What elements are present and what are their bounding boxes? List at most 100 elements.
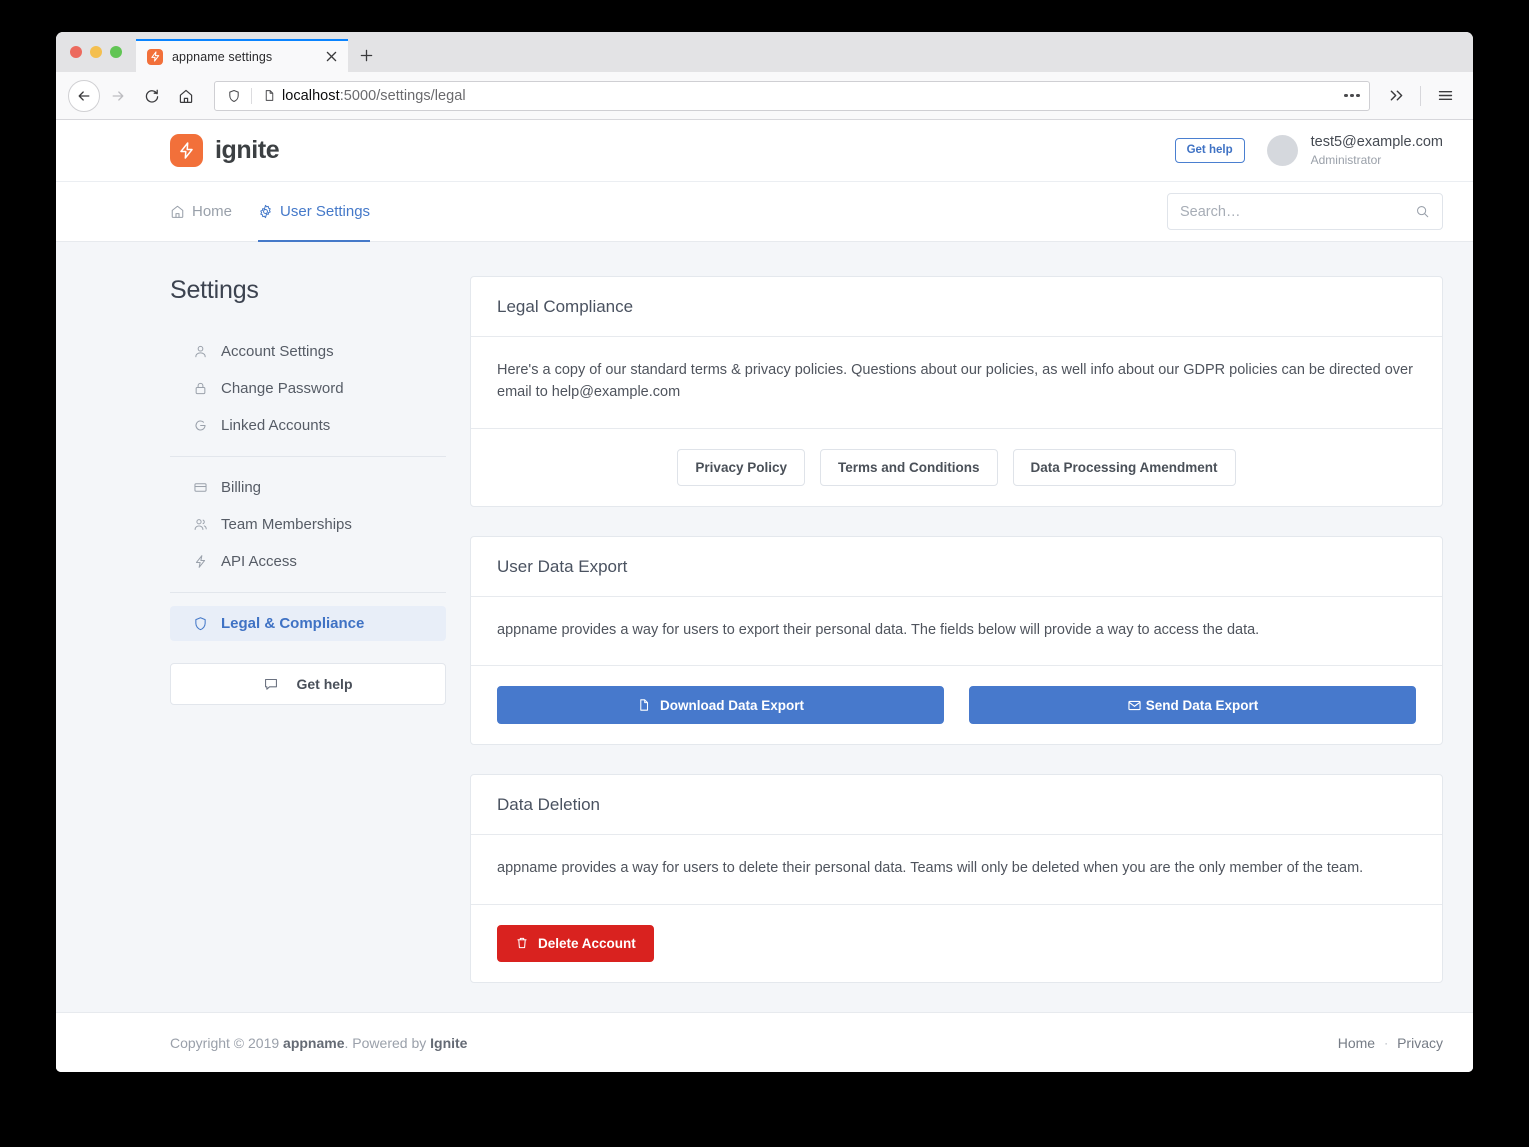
brand-logo[interactable]: ignite [170,134,280,167]
bolt-icon [147,48,163,65]
lock-icon [192,381,208,397]
nav-tabs: Home User Settings [170,182,371,242]
google-g-icon [192,418,208,434]
send-data-export-button[interactable]: Send Data Export [969,686,1416,725]
footer-copyright-mid: . Powered by [344,1034,431,1051]
browser-window: appname settings localhost:5000/settings… [56,32,1473,1072]
sidebar-item-legal-compliance[interactable]: Legal & Compliance [170,606,446,641]
sidebar-divider [170,456,446,457]
header-right: Get help test5@example.com Administrator [1174,134,1443,167]
nav-tab-home-label: Home [192,203,233,220]
sidebar-item-team-memberships[interactable]: Team Memberships [170,507,446,542]
sidebar-item-label: Team Memberships [221,516,352,533]
sidebar-divider [170,592,446,593]
url-bar[interactable]: localhost:5000/settings/legal [214,80,1370,111]
browser-tab[interactable]: appname settings [136,39,348,72]
card-title: User Data Export [471,537,1442,597]
new-tab-button[interactable] [348,39,384,72]
sidebar-item-account-settings[interactable]: Account Settings [170,334,446,369]
settings-sidebar: Settings Account Settings Change Passwor… [170,276,446,705]
download-data-export-button[interactable]: Download Data Export [497,686,944,725]
footer-copyright: Copyright © 2019 appname. Powered by Ign… [170,1035,467,1051]
hamburger-icon[interactable] [1429,80,1461,112]
shield-icon[interactable] [223,85,245,107]
delete-account-button[interactable]: Delete Account [497,924,654,962]
ellipsis-icon[interactable] [1339,84,1365,108]
sidebar-get-help-button[interactable]: Get help [170,663,446,705]
browser-nav-toolbar: localhost:5000/settings/legal [56,72,1473,120]
url-host: localhost [282,87,340,104]
maximize-window-button[interactable] [110,46,122,58]
sidebar-nav-group-3: Legal & Compliance [170,606,446,641]
user-icon [192,344,208,360]
footer-link-privacy[interactable]: Privacy [1397,1035,1443,1051]
sidebar-item-linked-accounts[interactable]: Linked Accounts [170,408,446,443]
browser-tab-strip: appname settings [56,32,1473,72]
footer-engine-name: Ignite [430,1034,468,1051]
user-data-export-card: User Data Export appname provides a way … [470,535,1443,746]
page-title: Settings [170,276,259,304]
sidebar-item-label: Linked Accounts [221,417,331,434]
app-footer: Copyright © 2019 appname. Powered by Ign… [56,1012,1473,1072]
search-input[interactable] [1180,203,1407,220]
footer-copyright-prefix: Copyright © 2019 [170,1034,284,1051]
window-traffic-lights [56,32,136,72]
sidebar-item-label: API Access [221,553,297,570]
user-email: test5@example.com [1310,134,1443,151]
page-viewport: ignite Get help test5@example.com Admini… [56,120,1473,1072]
toolbar-divider [1420,85,1421,106]
close-window-button[interactable] [70,46,82,58]
user-meta: test5@example.com Administrator [1311,134,1443,167]
footer-link-home[interactable]: Home [1338,1035,1375,1051]
sidebar-item-api-access[interactable]: API Access [170,544,446,579]
card-title: Legal Compliance [471,277,1442,337]
sidebar-nav-group-2: Billing Team Memberships API Access [170,470,446,579]
sidebar-item-label: Legal & Compliance [221,615,365,632]
gear-icon [258,204,273,219]
legal-buttons-row: Privacy Policy Terms and Conditions Data… [497,448,1416,486]
shield-icon [192,616,208,632]
sidebar-item-label: Change Password [221,380,344,397]
sidebar-item-label: Account Settings [221,343,334,360]
back-arrow-icon[interactable] [68,79,100,112]
close-icon[interactable] [322,48,340,66]
privacy-policy-button[interactable]: Privacy Policy [677,448,805,486]
footer-links: Home · Privacy [1338,1035,1443,1051]
url-path: :5000/settings/legal [339,87,466,104]
avatar [1266,135,1298,166]
card-description: Here's a copy of our standard terms & pr… [471,337,1442,429]
sidebar-item-label: Billing [221,479,262,496]
reload-icon[interactable] [136,80,168,112]
data-processing-amendment-button[interactable]: Data Processing Amendment [1012,448,1236,486]
minimize-window-button[interactable] [90,46,102,58]
sidebar-item-billing[interactable]: Billing [170,470,446,505]
browser-tab-title: appname settings [172,49,273,64]
nav-tab-user-settings[interactable]: User Settings [258,182,371,242]
card-description: appname provides a way for users to dele… [471,835,1442,905]
users-icon [192,517,208,533]
card-title: Data Deletion [471,775,1442,836]
credit-card-icon [192,480,208,496]
forward-arrow-icon[interactable] [102,80,134,112]
download-data-export-label: Download Data Export [659,697,804,713]
search-box[interactable] [1167,193,1443,230]
delete-account-label: Delete Account [538,935,636,951]
sidebar-nav-group-1: Account Settings Change Password Linked … [170,334,446,443]
page-icon [258,85,280,107]
get-help-button[interactable]: Get help [1174,137,1245,164]
user-role: Administrator [1310,152,1382,167]
page-body: Settings Account Settings Change Passwor… [56,242,1473,1010]
url-text[interactable]: localhost:5000/settings/legal [282,88,1337,104]
home-icon[interactable] [170,80,202,112]
sidebar-item-change-password[interactable]: Change Password [170,371,446,406]
chat-bubble-icon [263,676,279,692]
search-icon[interactable] [1415,204,1430,219]
send-data-export-label: Send Data Export [1145,697,1259,713]
double-chevron-icon[interactable] [1380,80,1412,112]
terms-and-conditions-button[interactable]: Terms and Conditions [819,448,998,486]
user-menu[interactable]: test5@example.com Administrator [1266,134,1443,167]
bolt-icon [192,554,208,570]
footer-app-name: appname [283,1034,345,1051]
nav-tab-home[interactable]: Home [170,182,232,242]
app-header: ignite Get help test5@example.com Admini… [56,120,1473,182]
